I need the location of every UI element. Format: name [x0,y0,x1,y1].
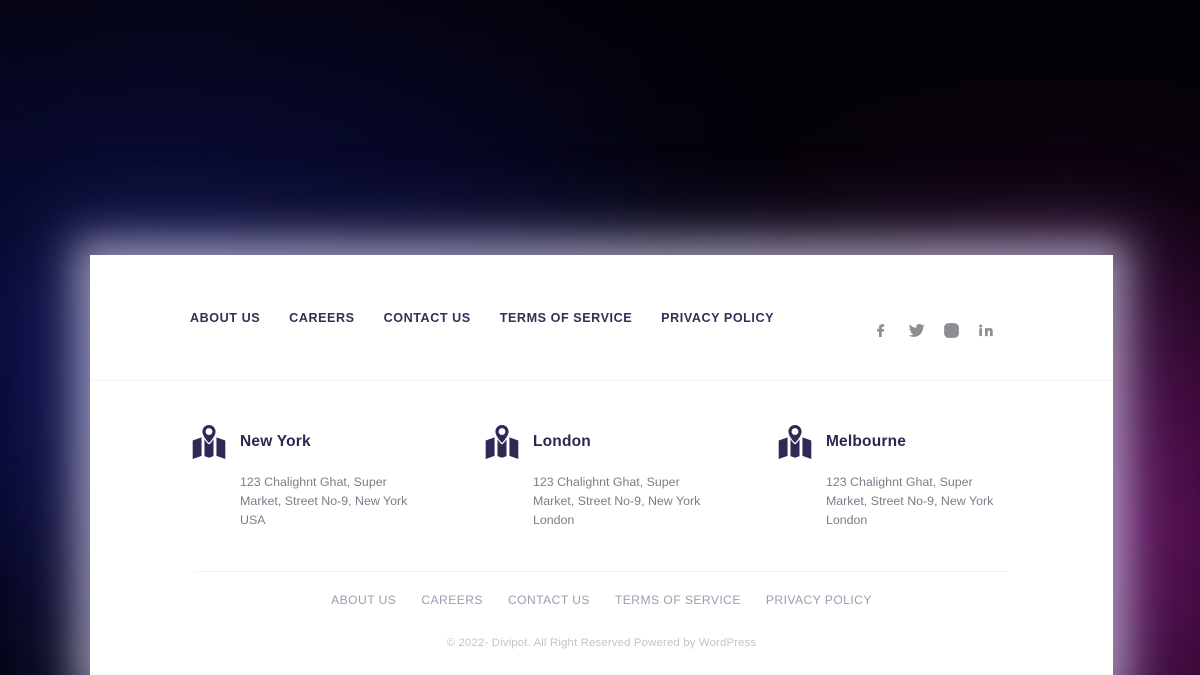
bottom-nav-link-privacy-policy[interactable]: PRIVACY POLICY [766,593,872,607]
office-locations: New York 123 Chalighnt Ghat, Super Marke… [190,423,1069,530]
footer-secondary-nav: ABOUT US CAREERS CONTACT US TERMS OF SER… [90,591,1113,609]
bottom-nav-link-careers[interactable]: CAREERS [421,593,483,607]
bottom-nav-item-terms-of-service[interactable]: TERMS OF SERVICE [615,591,741,609]
location-header: Melbourne [776,423,1039,461]
footer-divider-bottom [195,571,1008,572]
copyright-text: © 2022- Divipot. All Right Reserved Powe… [446,637,757,649]
map-pin-icon [485,424,519,460]
footer-divider-top [90,380,1113,381]
top-nav-item-terms-of-service[interactable]: TERMS OF SERVICE [500,309,632,327]
social-link-facebook[interactable] [873,322,890,339]
footer-card: ABOUT US CAREERS CONTACT US TERMS OF SER… [90,255,1113,675]
map-pin-icon [778,424,812,460]
location-title: London [532,433,591,450]
footer-primary-nav: ABOUT US CAREERS CONTACT US TERMS OF SER… [190,309,774,327]
location-header: New York [190,423,453,461]
top-nav-link-privacy-policy[interactable]: PRIVACY POLICY [661,311,774,325]
bottom-nav-link-about-us[interactable]: ABOUT US [331,593,396,607]
top-nav-item-privacy-policy[interactable]: PRIVACY POLICY [661,309,774,327]
linkedin-icon [979,324,993,337]
location-card: Melbourne 123 Chalighnt Ghat, Super Mark… [776,423,1069,530]
twitter-icon [908,323,925,337]
location-card: London 123 Chalighnt Ghat, Super Market,… [483,423,776,530]
location-title: Melbourne [825,433,907,450]
top-nav-link-about-us[interactable]: ABOUT US [190,311,260,325]
bottom-nav-item-careers[interactable]: CAREERS [421,591,483,609]
bottom-nav-item-contact-us[interactable]: CONTACT US [508,591,590,609]
top-nav-link-terms-of-service[interactable]: TERMS OF SERVICE [500,311,632,325]
top-nav-item-contact-us[interactable]: CONTACT US [384,309,471,327]
top-nav-link-contact-us[interactable]: CONTACT US [384,311,471,325]
map-pin-icon [192,424,226,460]
location-header: London [483,423,746,461]
footer-top-row: ABOUT US CAREERS CONTACT US TERMS OF SER… [90,255,1113,380]
social-link-linkedin[interactable] [978,322,995,339]
bottom-nav-link-terms-of-service[interactable]: TERMS OF SERVICE [615,593,741,607]
facebook-icon [877,324,885,338]
social-link-instagram[interactable] [943,322,960,339]
location-address: 123 Chalighnt Ghat, Super Market, Street… [532,475,701,527]
top-nav-item-about-us[interactable]: ABOUT US [190,309,260,327]
footer-card-inner: ABOUT US CAREERS CONTACT US TERMS OF SER… [90,255,1113,675]
bottom-nav-item-about-us[interactable]: ABOUT US [331,591,396,609]
social-links [873,296,1087,339]
bottom-nav-link-contact-us[interactable]: CONTACT US [508,593,590,607]
location-address: 123 Chalighnt Ghat, Super Market, Street… [240,475,408,527]
top-nav-link-careers[interactable]: CAREERS [289,311,354,325]
social-link-twitter[interactable] [908,322,925,339]
instagram-icon [944,323,959,338]
top-nav-item-careers[interactable]: CAREERS [289,309,354,327]
location-address: 123 Chalighnt Ghat, Super Market, Street… [825,475,994,527]
bottom-nav-item-privacy-policy[interactable]: PRIVACY POLICY [766,591,872,609]
location-card: New York 123 Chalighnt Ghat, Super Marke… [190,423,483,530]
location-title: New York [240,433,311,450]
